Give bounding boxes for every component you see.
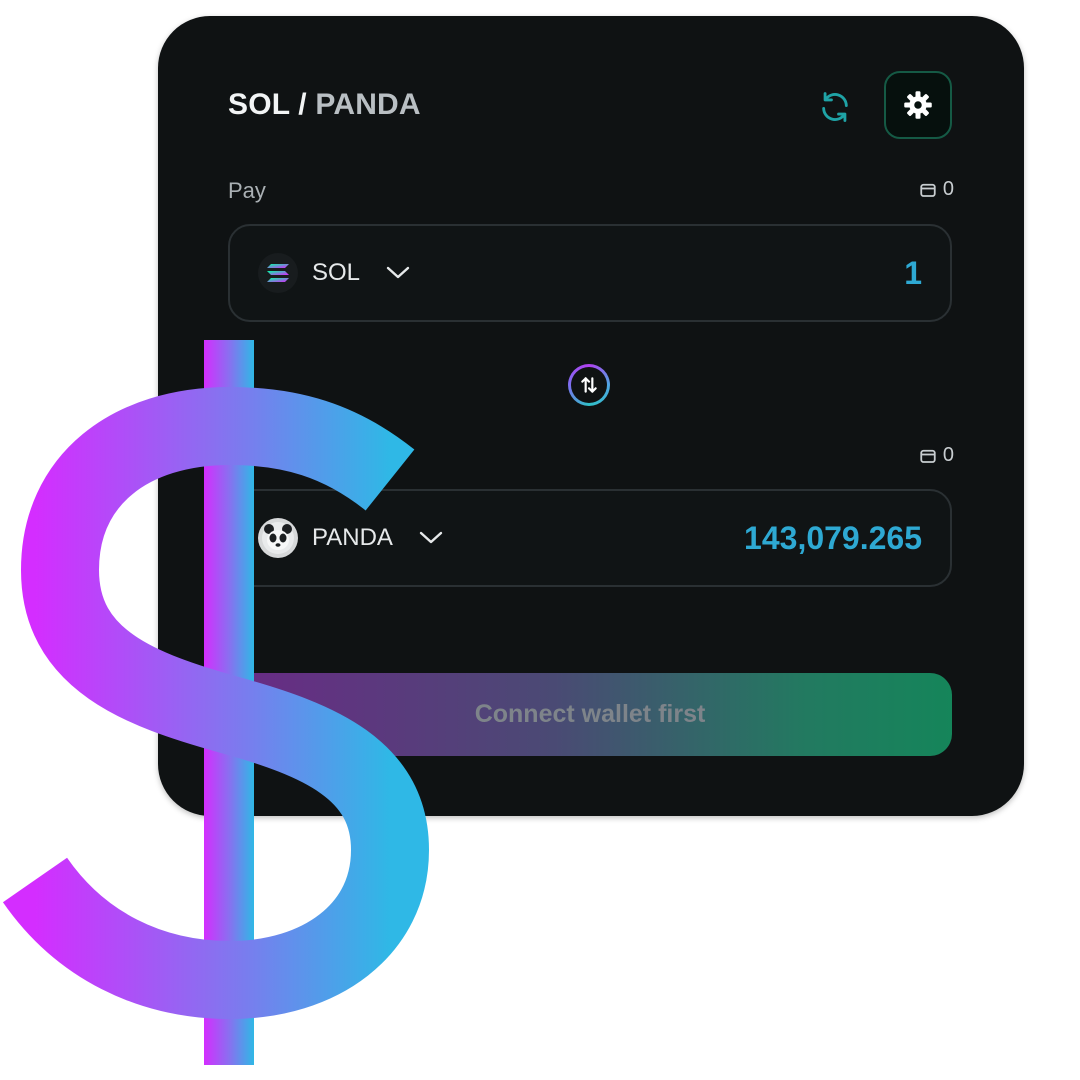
receive-balance-value: 0 bbox=[942, 444, 954, 466]
pay-token-box: SOL 1 bbox=[228, 224, 952, 322]
pay-balance-value: 0 bbox=[942, 178, 954, 200]
switch-button-inner bbox=[571, 367, 607, 403]
pair-base-symbol: SOL bbox=[228, 88, 290, 121]
pay-amount-input[interactable]: 1 bbox=[904, 226, 922, 320]
refresh-button[interactable] bbox=[812, 84, 858, 130]
panda-logo bbox=[258, 518, 298, 558]
receive-token-symbol: PANDA bbox=[312, 524, 393, 551]
receive-token-select[interactable]: PANDA bbox=[258, 491, 443, 585]
connect-wallet-button[interactable]: Connect wallet first bbox=[228, 673, 952, 756]
swap-arrows-icon bbox=[581, 377, 597, 393]
receive-amount: 143,079.265 bbox=[744, 519, 922, 556]
pay-token-select[interactable]: SOL bbox=[258, 226, 410, 320]
pay-label: Pay bbox=[228, 178, 266, 203]
pay-balance: 0 bbox=[919, 178, 954, 201]
swap-card: SOL / PANDA Pay 0 SOL 1 0 PANDA 143,079.… bbox=[158, 16, 1024, 816]
pair-title: SOL / PANDA bbox=[228, 88, 421, 122]
pair-quote-symbol: PANDA bbox=[315, 88, 421, 121]
wallet-icon bbox=[920, 183, 936, 197]
chevron-down-icon bbox=[419, 531, 443, 545]
switch-tokens-button[interactable] bbox=[568, 364, 610, 406]
pair-separator: / bbox=[289, 88, 316, 121]
refresh-icon bbox=[822, 92, 848, 122]
pay-token-symbol: SOL bbox=[312, 259, 361, 286]
receive-token-box: PANDA 143,079.265 bbox=[228, 489, 952, 587]
receive-balance: 0 bbox=[919, 444, 954, 467]
gear-icon bbox=[904, 91, 932, 119]
settings-button[interactable] bbox=[884, 71, 952, 139]
sol-logo bbox=[258, 253, 298, 293]
chevron-down-icon bbox=[386, 266, 410, 280]
wallet-icon bbox=[920, 449, 936, 463]
